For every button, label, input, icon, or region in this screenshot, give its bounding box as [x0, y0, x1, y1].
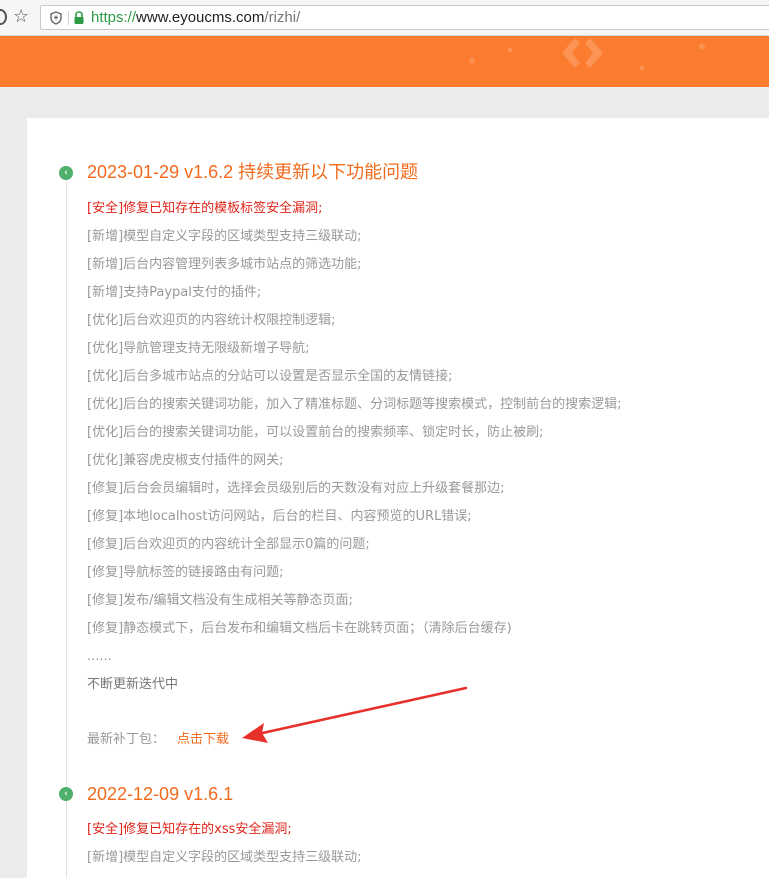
release-title: 2022-12-09 v1.6.1 [87, 784, 234, 804]
timeline-toggle-icon[interactable]: ‹ [59, 787, 73, 801]
changelog-item: [安全]修复已知存在的xss安全漏洞; [87, 822, 292, 837]
annotation-arrow-icon [242, 686, 468, 743]
changelog-item: [新增]模型自定义字段的区域类型支持三级联动; [87, 850, 362, 865]
